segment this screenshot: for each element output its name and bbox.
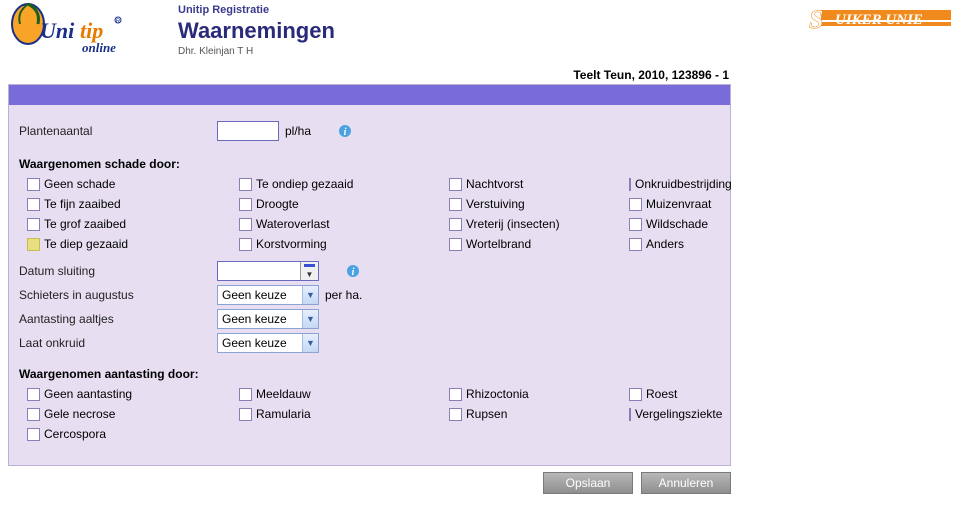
unitip-logo: Uni tip R online — [10, 2, 150, 58]
cb-wortelbrand[interactable] — [449, 238, 462, 251]
cb-geen-schade[interactable] — [27, 178, 40, 191]
datum-sluiting-label: Datum sluiting — [19, 264, 217, 278]
page-title: Waarnemingen — [178, 18, 335, 44]
svg-text:i: i — [352, 267, 355, 278]
svg-text:S: S — [809, 5, 823, 34]
lbl-rupsen: Rupsen — [466, 407, 507, 421]
cb-vreterij[interactable] — [449, 218, 462, 231]
cb-geen-aantasting[interactable] — [27, 388, 40, 401]
cb-wateroverlast[interactable] — [239, 218, 252, 231]
aaltjes-label: Aantasting aaltjes — [19, 312, 217, 326]
cb-te-diep-gezaaid[interactable] — [27, 238, 40, 251]
save-button[interactable]: Opslaan — [543, 472, 633, 494]
cb-te-grof-zaaibed[interactable] — [27, 218, 40, 231]
lbl-korstvorming: Korstvorming — [256, 237, 327, 251]
app-section: Unitip Registratie — [178, 4, 335, 16]
lbl-wateroverlast: Wateroverlast — [256, 217, 330, 231]
user-line: Dhr. Kleinjan T H — [178, 46, 335, 57]
cb-muizenvraat[interactable] — [629, 198, 642, 211]
lbl-wortelbrand: Wortelbrand — [466, 237, 531, 251]
lbl-nachtvorst: Nachtvorst — [466, 177, 523, 191]
cb-korstvorming[interactable] — [239, 238, 252, 251]
cb-cercospora[interactable] — [27, 428, 40, 441]
cb-wildschade[interactable] — [629, 218, 642, 231]
cb-rupsen[interactable] — [449, 408, 462, 421]
plantenaantal-unit: pl/ha — [285, 124, 311, 138]
lbl-cercospora: Cercospora — [44, 427, 106, 441]
chevron-down-icon: ▼ — [302, 286, 318, 304]
onkruid-select[interactable]: Geen keuze ▼ — [217, 333, 319, 353]
cb-meeldauw[interactable] — [239, 388, 252, 401]
schieters-select[interactable]: Geen keuze ▼ — [217, 285, 319, 305]
lbl-gele-necrose: Gele necrose — [44, 407, 115, 421]
chevron-down-icon: ▼ — [302, 310, 318, 328]
plantenaantal-label: Plantenaantal — [19, 124, 217, 138]
schieters-value: Geen keuze — [222, 288, 287, 302]
lbl-te-diep-gezaaid: Te diep gezaaid — [44, 237, 128, 251]
cb-anders[interactable] — [629, 238, 642, 251]
cb-verstuiving[interactable] — [449, 198, 462, 211]
schieters-unit: per ha. — [325, 288, 362, 302]
info-icon[interactable]: i — [337, 123, 353, 139]
lbl-wildschade: Wildschade — [646, 217, 708, 231]
svg-text:UIKER UNIE: UIKER UNIE — [835, 12, 923, 28]
form-panel: Plantenaantal pl/ha i Waargenomen schade… — [8, 84, 731, 466]
cb-onkruidbestrijding[interactable] — [629, 178, 631, 191]
lbl-vreterij: Vreterij (insecten) — [466, 217, 560, 231]
schade-heading: Waargenomen schade door: — [19, 157, 720, 171]
lbl-verstuiving: Verstuiving — [466, 197, 525, 211]
datum-sluiting-input[interactable] — [217, 261, 319, 281]
aaltjes-value: Geen keuze — [222, 312, 287, 326]
lbl-geen-aantasting: Geen aantasting — [44, 387, 132, 401]
onkruid-value: Geen keuze — [222, 336, 287, 350]
context-info: Teelt Teun, 2010, 123896 - 1 — [0, 68, 961, 82]
cb-nachtvorst[interactable] — [449, 178, 462, 191]
svg-text:R: R — [116, 19, 121, 25]
lbl-roest: Roest — [646, 387, 677, 401]
svg-text:online: online — [82, 40, 116, 55]
svg-text:i: i — [344, 127, 347, 138]
lbl-onkruidbestrijding: Onkruidbestrijding — [635, 177, 732, 191]
suikerunie-logo: S UIKER UNIE — [803, 2, 951, 41]
cb-vergelingsziekte[interactable] — [629, 408, 631, 421]
lbl-geen-schade: Geen schade — [44, 177, 115, 191]
cb-te-fijn-zaaibed[interactable] — [27, 198, 40, 211]
lbl-droogte: Droogte — [256, 197, 299, 211]
cb-droogte[interactable] — [239, 198, 252, 211]
cb-te-ondiep-gezaaid[interactable] — [239, 178, 252, 191]
lbl-anders: Anders — [646, 237, 684, 251]
aaltjes-select[interactable]: Geen keuze ▼ — [217, 309, 319, 329]
cb-roest[interactable] — [629, 388, 642, 401]
panel-header-bar — [9, 85, 730, 105]
lbl-rhizoctonia: Rhizoctonia — [466, 387, 529, 401]
cancel-button[interactable]: Annuleren — [641, 472, 731, 494]
schieters-label: Schieters in augustus — [19, 288, 217, 302]
calendar-icon[interactable] — [300, 262, 318, 280]
lbl-ramularia: Ramularia — [256, 407, 311, 421]
lbl-te-fijn-zaaibed: Te fijn zaaibed — [44, 197, 121, 211]
cb-gele-necrose[interactable] — [27, 408, 40, 421]
plantenaantal-input[interactable] — [217, 121, 279, 141]
svg-text:Uni: Uni — [40, 18, 75, 43]
aantasting-heading: Waargenomen aantasting door: — [19, 367, 720, 381]
cb-ramularia[interactable] — [239, 408, 252, 421]
chevron-down-icon: ▼ — [302, 334, 318, 352]
cb-rhizoctonia[interactable] — [449, 388, 462, 401]
info-icon[interactable]: i — [345, 263, 361, 279]
lbl-meeldauw: Meeldauw — [256, 387, 311, 401]
lbl-muizenvraat: Muizenvraat — [646, 197, 711, 211]
lbl-vergelingsziekte: Vergelingsziekte — [635, 407, 722, 421]
lbl-te-grof-zaaibed: Te grof zaaibed — [44, 217, 126, 231]
onkruid-label: Laat onkruid — [19, 336, 217, 350]
lbl-te-ondiep-gezaaid: Te ondiep gezaaid — [256, 177, 353, 191]
